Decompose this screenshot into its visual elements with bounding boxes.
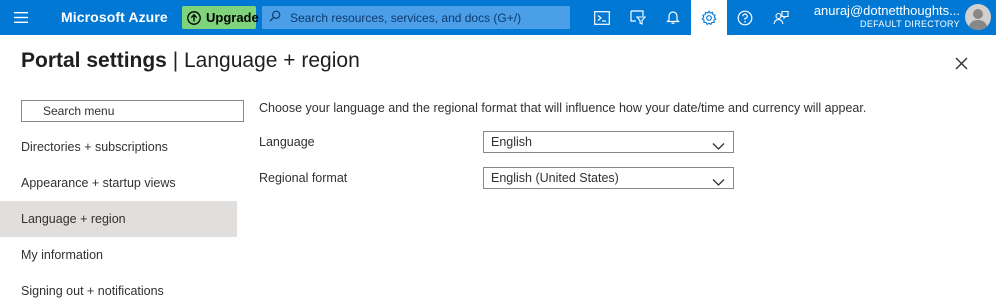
language-select[interactable]: English [483, 131, 734, 153]
close-icon[interactable] [950, 52, 972, 74]
top-navigation-bar: Microsoft Azure Upgrade Search resources… [0, 0, 996, 35]
chevron-down-icon [712, 173, 725, 186]
brand-title[interactable]: Microsoft Azure [61, 0, 168, 35]
language-label: Language [259, 135, 315, 149]
upgrade-button[interactable]: Upgrade [182, 6, 259, 29]
notifications-icon[interactable] [655, 0, 691, 35]
settings-menu: Directories + subscriptions Appearance +… [0, 129, 237, 307]
menu-search-input[interactable]: Search menu [21, 100, 244, 122]
account-name: anuraj@dotnetthoughts... [813, 3, 960, 18]
avatar[interactable] [965, 4, 991, 30]
account-menu[interactable]: anuraj@dotnetthoughts... DEFAULT DIRECTO… [800, 3, 960, 30]
settings-icon[interactable] [691, 0, 727, 35]
cloud-shell-icon[interactable] [584, 0, 620, 35]
chevron-down-icon [712, 137, 725, 150]
page-title-main: Portal settings [21, 49, 167, 72]
regional-format-value: English (United States) [491, 171, 619, 185]
account-directory: DEFAULT DIRECTORY [860, 19, 960, 29]
page-title-separator: | [166, 49, 184, 72]
menu-item-language-region[interactable]: Language + region [0, 201, 237, 237]
arrow-up-circle-icon [187, 10, 201, 25]
search-placeholder: Search resources, services, and docs (G+… [290, 10, 522, 25]
page-title: Portal settings | Language + region [21, 49, 360, 73]
global-search-input[interactable]: Search resources, services, and docs (G+… [262, 6, 570, 29]
menu-item-my-information[interactable]: My information [0, 237, 237, 273]
menu-item-signing-out-notifications[interactable]: Signing out + notifications [0, 273, 237, 307]
language-value: English [491, 135, 532, 149]
page-title-section: Language + region [184, 49, 360, 72]
help-icon[interactable] [727, 0, 763, 35]
upgrade-label: Upgrade [206, 10, 259, 25]
menu-item-appearance-startup-views[interactable]: Appearance + startup views [0, 165, 237, 201]
feedback-icon[interactable] [763, 0, 799, 35]
regional-format-label: Regional format [259, 171, 348, 185]
search-icon [269, 9, 281, 27]
description-text: Choose your language and the regional fo… [259, 101, 867, 115]
regional-format-select[interactable]: English (United States) [483, 167, 734, 189]
directory-filter-icon[interactable] [620, 0, 656, 35]
menu-item-directories-subscriptions[interactable]: Directories + subscriptions [0, 129, 237, 165]
hamburger-icon[interactable] [0, 0, 42, 35]
